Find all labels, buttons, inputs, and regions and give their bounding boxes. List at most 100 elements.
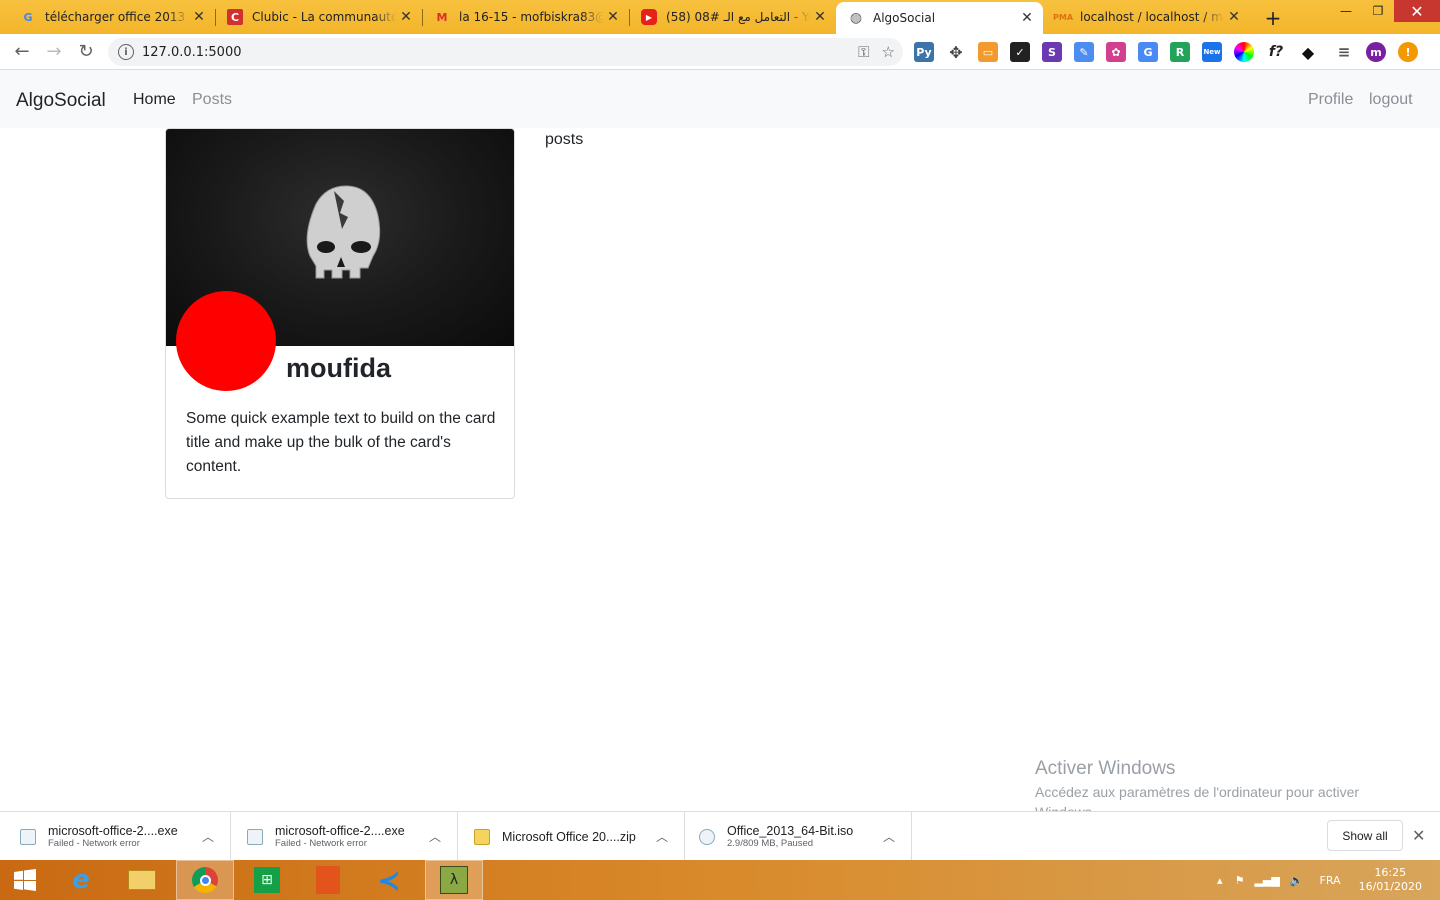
window-controls: — ❐ ✕ [1330,0,1440,34]
avatar [176,291,276,391]
s-extension-icon[interactable]: S [1042,42,1062,62]
phpmyadmin-icon: PMA [1053,12,1074,22]
tab-youtube[interactable]: ▶ التعامل مع الـ #08 (58) - YouTube ✕ [629,0,836,34]
info-icon[interactable]: i [118,44,134,60]
app-navbar: AlgoSocial Home Posts Profile logout [0,70,1440,128]
volume-icon[interactable]: 🔈 [1290,874,1304,887]
key-icon[interactable]: ⚿ [858,43,869,61]
extensions-bar: Py ✥ ▭ ✓ S ✎ ✿ G R New f? ◆ ≡ m ! [914,42,1418,62]
profile-avatar[interactable]: m [1366,42,1386,62]
close-tab-icon[interactable]: ✕ [603,9,623,25]
restore-icon[interactable]: ❐ [1362,0,1394,22]
translate-extension-icon[interactable]: G [1138,42,1158,62]
office-icon [316,866,340,894]
close-tab-icon[interactable]: ✕ [810,9,830,25]
zip-file-icon [474,828,490,845]
tab-strip: G télécharger office 2013 gratuit ✕ C Cl… [0,0,1440,34]
download-item[interactable]: Office_2013_64-Bit.iso 2.9/809 MB, Pause… [685,812,912,861]
chevron-up-icon[interactable]: ︿ [656,828,668,845]
show-all-button[interactable]: Show all [1327,820,1403,851]
checkmark-extension-icon[interactable]: ✓ [1010,42,1030,62]
color-extension-icon[interactable]: ✿ [1106,42,1126,62]
download-item[interactable]: microsoft-office-2....exe Failed - Netwo… [0,812,231,861]
close-tab-icon[interactable]: ✕ [189,9,209,25]
youtube-icon: ▶ [641,9,657,25]
close-window-icon[interactable]: ✕ [1394,0,1440,22]
vscode-icon: ≺ [377,863,401,897]
new-extension-icon[interactable]: New [1202,42,1222,62]
forward-icon[interactable]: → [38,36,70,68]
nav-posts[interactable]: Posts [192,91,232,109]
browser-toolbar: ← → ↻ i 127.0.0.1:5000 ⚿ ☆ Py ✥ ▭ ✓ S ✎ … [0,34,1440,70]
address-bar[interactable]: i 127.0.0.1:5000 ⚿ ☆ [108,38,903,66]
gmail-icon: M [436,10,448,24]
tab-gmail[interactable]: M la 16-15 - mofbiskra83@gmail ✕ [422,0,629,34]
tab-algosocial[interactable]: ◍ AlgoSocial ✕ [836,2,1043,34]
move-extension-icon[interactable]: ✥ [946,42,966,62]
windows-logo-icon [14,869,36,891]
tab-clubic[interactable]: C Clubic - La communauté de ✕ [215,0,422,34]
html-extension-icon[interactable]: ▭ [978,42,998,62]
exe-file-icon [247,828,263,845]
formula-extension-icon[interactable]: f? [1266,42,1286,62]
r-extension-icon[interactable]: R [1170,42,1190,62]
taskbar-store[interactable]: ⊞ [240,860,294,900]
posts-heading: posts [545,131,584,148]
clubic-icon: C [227,9,243,25]
close-shelf-icon[interactable]: ✕ [1412,826,1425,845]
color-picker-extension-icon[interactable] [1234,42,1254,62]
globe-icon: ◍ [849,10,863,26]
chevron-up-icon[interactable]: ︿ [883,828,895,845]
taskbar-vscode[interactable]: ≺ [362,860,416,900]
media-control-icon[interactable]: ≡ [1334,42,1354,62]
taskbar-explorer[interactable] [115,860,169,900]
tab-google[interactable]: G télécharger office 2013 gratuit ✕ [0,0,215,34]
brand-link[interactable]: AlgoSocial [16,90,106,112]
network-icon[interactable]: ▂▄▆ [1254,874,1279,887]
nav-home[interactable]: Home [133,91,176,109]
card-title: moufida [286,353,391,383]
download-shelf: microsoft-office-2....exe Failed - Netwo… [0,811,1440,861]
internet-explorer-icon: e [72,865,90,895]
bookmark-star-icon[interactable]: ☆ [882,43,895,61]
python-extension-icon[interactable]: Py [914,42,934,62]
clock[interactable]: 16:25 16/01/2020 [1359,866,1422,894]
folder-icon [128,870,156,890]
chrome-icon [192,867,218,893]
system-tray: ▴ ⚑ ▂▄▆ 🔈 FRA 16:25 16/01/2020 [1217,860,1440,900]
show-hidden-icons[interactable]: ▴ [1217,874,1223,887]
start-button[interactable] [0,860,50,900]
download-item[interactable]: Microsoft Office 20....zip ︿ [458,812,685,861]
nav-profile[interactable]: Profile [1308,91,1353,109]
terminal-icon: λ [440,866,468,894]
exe-file-icon [20,828,36,845]
back-icon[interactable]: ← [6,36,38,68]
taskbar-office[interactable] [301,860,355,900]
watermark-title: Activer Windows [1035,758,1176,779]
tab-phpmyadmin[interactable]: PMA localhost / localhost / mimi ✕ [1043,0,1250,34]
taskbar: e ⊞ ≺ λ ▴ ⚑ ▂▄▆ 🔈 FRA 16:25 16/01/2020 [0,860,1440,900]
edit-extension-icon[interactable]: ✎ [1074,42,1094,62]
close-tab-icon[interactable]: ✕ [1017,10,1037,26]
update-alert-icon[interactable]: ! [1398,42,1418,62]
taskbar-terminal[interactable]: λ [425,860,483,900]
close-tab-icon[interactable]: ✕ [396,9,416,25]
chevron-up-icon[interactable]: ︿ [202,828,214,845]
taskbar-chrome[interactable] [176,860,234,900]
nav-logout[interactable]: logout [1369,91,1413,109]
iso-progress-icon [699,828,715,845]
minimize-icon[interactable]: — [1330,0,1362,22]
download-item[interactable]: microsoft-office-2....exe Failed - Netwo… [231,812,458,861]
action-center-icon[interactable]: ⚑ [1235,874,1245,887]
new-tab-icon[interactable]: + [1262,6,1284,30]
url-text[interactable]: 127.0.0.1:5000 [142,45,242,60]
profile-card: moufida Some quick example text to build… [165,128,515,499]
reload-icon[interactable]: ↻ [70,36,102,68]
card-text: Some quick example text to build on the … [186,410,496,475]
store-icon: ⊞ [254,867,280,893]
chevron-up-icon[interactable]: ︿ [429,828,441,845]
close-tab-icon[interactable]: ✕ [1224,9,1244,25]
language-indicator[interactable]: FRA [1320,874,1341,887]
taskbar-ie[interactable]: e [54,860,108,900]
fish-extension-icon[interactable]: ◆ [1298,42,1318,62]
